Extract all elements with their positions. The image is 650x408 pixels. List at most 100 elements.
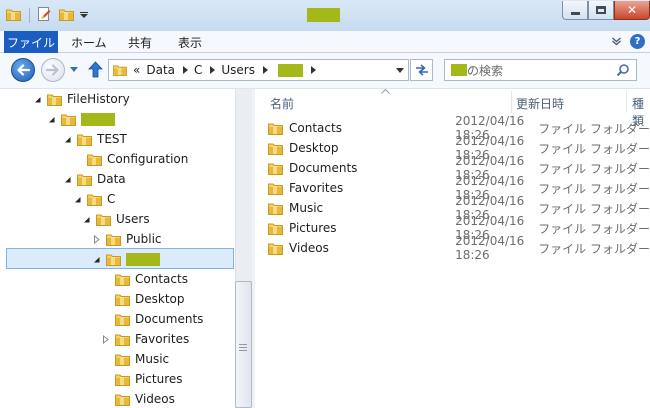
column-divider[interactable] — [511, 91, 512, 113]
folder-icon — [268, 182, 283, 195]
tree-item[interactable]: Pictures — [101, 369, 183, 389]
close-icon: ✕ — [626, 3, 638, 17]
tree-item[interactable]: Contacts — [101, 269, 188, 289]
breadcrumb-redacted-user[interactable] — [278, 63, 303, 77]
back-button[interactable] — [11, 58, 35, 82]
file-name: Music — [289, 201, 324, 215]
file-name: Documents — [289, 161, 358, 175]
forward-button[interactable] — [41, 58, 65, 82]
properties-icon[interactable] — [38, 7, 51, 22]
file-type: ファイル フォルダー — [538, 201, 650, 216]
folder-icon — [268, 122, 283, 135]
tree-item[interactable]: Users — [82, 209, 150, 229]
tree-item-label: Videos — [135, 392, 175, 406]
breadcrumb-c[interactable]: C — [194, 63, 202, 77]
breadcrumb-chevron-icon[interactable] — [210, 66, 216, 74]
file-type: ファイル フォルダー — [538, 241, 650, 256]
breadcrumb-data[interactable]: Data — [146, 63, 175, 77]
breadcrumb-chevron-icon[interactable] — [311, 66, 316, 74]
tree-item[interactable]: Data — [63, 169, 126, 189]
breadcrumb-overflow[interactable]: « — [133, 63, 140, 77]
column-header-name[interactable]: 名前 — [270, 95, 294, 111]
up-arrow-icon[interactable] — [88, 61, 103, 78]
tree-expanded-icon[interactable] — [73, 195, 82, 204]
breadcrumb-users[interactable]: Users — [221, 63, 255, 77]
tree-item[interactable]: Music — [101, 349, 169, 369]
list-item[interactable]: Videos 2012/04/16 18:26 ファイル フォルダー — [268, 234, 650, 262]
tree-item[interactable]: Desktop — [101, 289, 185, 309]
tab-file[interactable]: ファイル — [4, 31, 58, 53]
close-button[interactable]: ✕ — [614, 1, 650, 20]
tree-expanded-icon[interactable] — [63, 135, 72, 144]
refresh-button[interactable] — [410, 59, 433, 81]
breadcrumb-chevron-icon[interactable] — [263, 66, 268, 74]
help-icon[interactable]: ? — [630, 34, 645, 49]
folder-icon — [268, 242, 283, 255]
tree-item-redacted-label — [126, 252, 160, 266]
address-bar[interactable]: « Data C Users — [108, 59, 409, 81]
tree-item[interactable]: TEST — [63, 129, 127, 149]
folder-icon — [115, 293, 130, 306]
tree-item-label: Public — [126, 232, 162, 246]
tree-expanded-icon[interactable] — [92, 255, 101, 264]
tree-expanded-icon[interactable] — [82, 215, 91, 224]
column-header-type[interactable]: 種類 — [632, 95, 650, 128]
folder-icon — [115, 353, 130, 366]
folder-icon — [115, 313, 130, 326]
quick-access-folder-icon[interactable] — [6, 8, 21, 21]
tree-item-label: Documents — [135, 312, 204, 326]
tree-item[interactable]: C — [73, 189, 115, 209]
tree-item[interactable]: Public — [92, 229, 162, 249]
tree-expanded-icon[interactable] — [47, 115, 56, 124]
file-name: Favorites — [289, 181, 344, 195]
search-input[interactable]: の検索 — [444, 59, 637, 81]
tree-expanded-icon[interactable] — [33, 95, 42, 104]
tree-item[interactable] — [47, 109, 115, 129]
column-header-date[interactable]: 更新日時 — [516, 95, 564, 111]
breadcrumb-chevron-icon[interactable] — [183, 66, 188, 74]
customize-quick-access-icon[interactable] — [80, 12, 88, 18]
minimize-icon — [570, 11, 580, 15]
tree-item[interactable]: FileHistory — [33, 89, 130, 109]
search-icon[interactable] — [616, 63, 630, 77]
new-folder-icon[interactable] — [59, 8, 74, 21]
tree-item[interactable]: Documents — [101, 309, 203, 329]
forward-arrow-icon — [46, 64, 59, 76]
tree-item[interactable]: Configuration — [73, 149, 188, 169]
search-location-redacted — [451, 64, 467, 76]
tree-collapsed-icon[interactable] — [101, 335, 110, 344]
tree-item-label: Contacts — [135, 272, 188, 286]
folder-icon — [115, 333, 130, 346]
folder-icon — [106, 233, 121, 246]
maximize-button[interactable] — [588, 1, 614, 20]
tab-home[interactable]: ホーム — [71, 31, 107, 53]
address-history-dropdown-icon[interactable] — [396, 68, 404, 74]
folder-icon — [115, 393, 130, 406]
folder-icon — [77, 133, 92, 146]
tree-item-label: Favorites — [135, 332, 190, 346]
tree-expanded-icon[interactable] — [63, 175, 72, 184]
tree-collapsed-icon[interactable] — [92, 235, 101, 244]
window-title-redacted — [307, 8, 340, 22]
minimize-button[interactable] — [562, 1, 588, 20]
address-folder-icon — [113, 64, 127, 76]
search-placeholder: の検索 — [467, 63, 504, 78]
tree-item[interactable] — [92, 249, 160, 269]
tree-item-label: Users — [116, 212, 150, 226]
folder-icon — [77, 173, 92, 186]
folder-icon — [268, 222, 283, 235]
tree-item-label: FileHistory — [67, 92, 130, 106]
file-name: Pictures — [289, 221, 337, 235]
refresh-icon — [415, 64, 428, 76]
tree-item-label: TEST — [97, 132, 127, 146]
column-divider[interactable] — [626, 91, 627, 113]
recent-locations-dropdown-icon[interactable] — [70, 67, 78, 73]
folder-icon — [87, 193, 102, 206]
tree-item[interactable]: Favorites — [101, 329, 189, 349]
tree-item[interactable]: Videos — [101, 389, 175, 408]
file-name: Videos — [289, 241, 329, 255]
tab-share[interactable]: 共有 — [128, 31, 152, 53]
file-date: 2012/04/16 18:26 — [455, 234, 525, 262]
tab-view[interactable]: 表示 — [178, 31, 202, 53]
expand-ribbon-chevron-icon[interactable] — [611, 36, 622, 46]
